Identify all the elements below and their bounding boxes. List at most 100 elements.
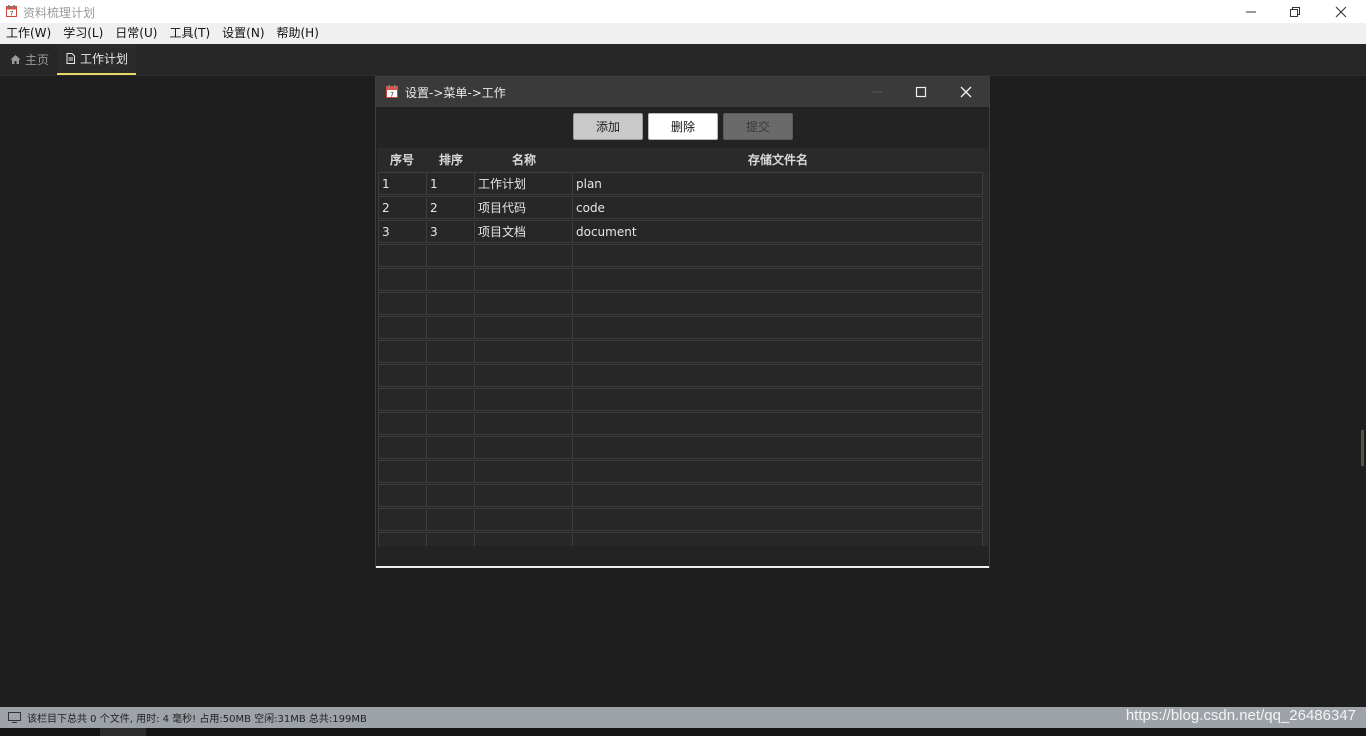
- empty-cell[interactable]: [572, 484, 983, 507]
- dialog-close-button[interactable]: [946, 77, 986, 107]
- menu-daily[interactable]: 日常(U): [109, 23, 163, 44]
- column-header-order[interactable]: 排序: [427, 148, 475, 172]
- empty-cell[interactable]: [426, 244, 475, 267]
- dialog-minimize-button[interactable]: [857, 77, 897, 107]
- empty-cell[interactable]: [474, 484, 573, 507]
- empty-cell[interactable]: [378, 340, 427, 363]
- empty-table-row[interactable]: [377, 388, 983, 412]
- empty-cell[interactable]: [474, 316, 573, 339]
- empty-table-row[interactable]: [377, 436, 983, 460]
- menu-work[interactable]: 工作(W): [0, 23, 57, 44]
- empty-cell[interactable]: [572, 364, 983, 387]
- empty-cell[interactable]: [426, 292, 475, 315]
- table-scrollbar[interactable]: [983, 172, 988, 546]
- empty-cell[interactable]: [572, 436, 983, 459]
- empty-cell[interactable]: [378, 268, 427, 291]
- empty-table-row[interactable]: [377, 532, 983, 546]
- tab-work-plan[interactable]: 工作计划: [57, 44, 136, 75]
- restore-button[interactable]: [1272, 0, 1318, 23]
- close-button[interactable]: [1318, 0, 1364, 23]
- empty-table-row[interactable]: [377, 364, 983, 388]
- empty-cell[interactable]: [572, 340, 983, 363]
- empty-cell[interactable]: [426, 508, 475, 531]
- empty-cell[interactable]: [572, 532, 983, 546]
- empty-cell[interactable]: [378, 244, 427, 267]
- empty-cell[interactable]: [426, 364, 475, 387]
- delete-button[interactable]: 删除: [648, 113, 718, 140]
- cell-name[interactable]: 项目代码: [474, 196, 573, 219]
- empty-cell[interactable]: [426, 532, 475, 546]
- empty-cell[interactable]: [378, 364, 427, 387]
- menu-study[interactable]: 学习(L): [57, 23, 109, 44]
- empty-cell[interactable]: [474, 268, 573, 291]
- menu-help[interactable]: 帮助(H): [271, 23, 325, 44]
- empty-cell[interactable]: [378, 532, 427, 546]
- empty-table-row[interactable]: [377, 412, 983, 436]
- cell-index[interactable]: 1: [378, 172, 427, 195]
- empty-cell[interactable]: [426, 412, 475, 435]
- empty-table-row[interactable]: [377, 268, 983, 292]
- empty-cell[interactable]: [378, 508, 427, 531]
- empty-table-row[interactable]: [377, 316, 983, 340]
- empty-table-row[interactable]: [377, 460, 983, 484]
- empty-cell[interactable]: [378, 436, 427, 459]
- empty-cell[interactable]: [426, 436, 475, 459]
- empty-cell[interactable]: [426, 388, 475, 411]
- empty-cell[interactable]: [426, 316, 475, 339]
- empty-cell[interactable]: [474, 532, 573, 546]
- cell-index[interactable]: 3: [378, 220, 427, 243]
- empty-table-row[interactable]: [377, 340, 983, 364]
- cell-filename[interactable]: document: [572, 220, 983, 243]
- dialog-maximize-button[interactable]: [901, 77, 941, 107]
- column-header-filename[interactable]: 存储文件名: [573, 148, 983, 172]
- table-row[interactable]: 3 3 项目文档 document: [377, 220, 983, 244]
- empty-cell[interactable]: [474, 508, 573, 531]
- empty-cell[interactable]: [474, 244, 573, 267]
- cell-filename[interactable]: plan: [572, 172, 983, 195]
- empty-table-row[interactable]: [377, 484, 983, 508]
- empty-cell[interactable]: [426, 460, 475, 483]
- empty-cell[interactable]: [378, 484, 427, 507]
- empty-cell[interactable]: [426, 268, 475, 291]
- cell-filename[interactable]: code: [572, 196, 983, 219]
- column-header-index[interactable]: 序号: [377, 148, 427, 172]
- menu-tools[interactable]: 工具(T): [163, 23, 216, 44]
- cell-index[interactable]: 2: [378, 196, 427, 219]
- empty-cell[interactable]: [572, 316, 983, 339]
- empty-table-row[interactable]: [377, 244, 983, 268]
- empty-cell[interactable]: [474, 340, 573, 363]
- taskbar-button[interactable]: [100, 728, 146, 736]
- empty-table-row[interactable]: [377, 292, 983, 316]
- minimize-button[interactable]: [1228, 0, 1274, 23]
- empty-cell[interactable]: [474, 292, 573, 315]
- empty-table-row[interactable]: [377, 508, 983, 532]
- cell-order[interactable]: 2: [426, 196, 475, 219]
- empty-cell[interactable]: [572, 460, 983, 483]
- empty-cell[interactable]: [378, 316, 427, 339]
- empty-cell[interactable]: [474, 388, 573, 411]
- empty-cell[interactable]: [378, 460, 427, 483]
- empty-cell[interactable]: [474, 364, 573, 387]
- cell-name[interactable]: 项目文档: [474, 220, 573, 243]
- add-button[interactable]: 添加: [573, 113, 643, 140]
- empty-cell[interactable]: [572, 292, 983, 315]
- empty-cell[interactable]: [572, 412, 983, 435]
- empty-cell[interactable]: [572, 268, 983, 291]
- table-row[interactable]: 2 2 项目代码 code: [377, 196, 983, 220]
- empty-cell[interactable]: [474, 412, 573, 435]
- empty-cell[interactable]: [474, 436, 573, 459]
- empty-cell[interactable]: [426, 484, 475, 507]
- empty-cell[interactable]: [378, 292, 427, 315]
- dialog-titlebar[interactable]: 7 设置->菜单->工作: [376, 77, 989, 107]
- submit-button[interactable]: 提交: [723, 113, 793, 140]
- cell-order[interactable]: 1: [426, 172, 475, 195]
- table-row[interactable]: 1 1 工作计划 plan: [377, 172, 983, 196]
- empty-cell[interactable]: [426, 340, 475, 363]
- cell-order[interactable]: 3: [426, 220, 475, 243]
- empty-cell[interactable]: [378, 388, 427, 411]
- menu-settings[interactable]: 设置(N): [216, 23, 270, 44]
- empty-cell[interactable]: [572, 388, 983, 411]
- cell-name[interactable]: 工作计划: [474, 172, 573, 195]
- empty-cell[interactable]: [378, 412, 427, 435]
- empty-cell[interactable]: [572, 244, 983, 267]
